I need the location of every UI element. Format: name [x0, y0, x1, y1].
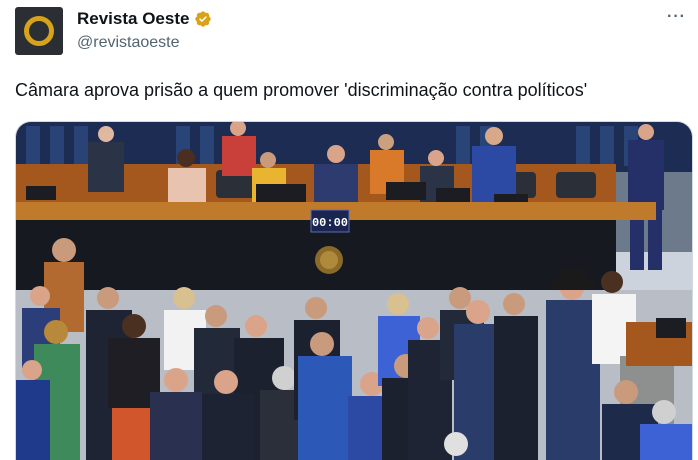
chamber-photo-illustration: 00:00	[16, 122, 692, 460]
ring-logo-icon	[24, 16, 54, 46]
author-display-name[interactable]: Revista Oeste	[77, 9, 189, 29]
more-options-icon[interactable]: ···	[667, 8, 686, 26]
tweet-text: Câmara aprova prisão a quem promover 'di…	[15, 80, 588, 100]
tweet-photo[interactable]: 00:00	[15, 121, 693, 460]
author-handle[interactable]: @revistaoeste	[77, 34, 180, 52]
author-name-row: Revista Oeste	[77, 9, 212, 29]
panel-clock: 00:00	[312, 216, 348, 230]
tweet-card: Revista Oeste @revistaoeste ··· Câmara a…	[0, 0, 698, 460]
author-avatar[interactable]	[15, 7, 63, 55]
verified-badge-icon	[194, 10, 212, 28]
